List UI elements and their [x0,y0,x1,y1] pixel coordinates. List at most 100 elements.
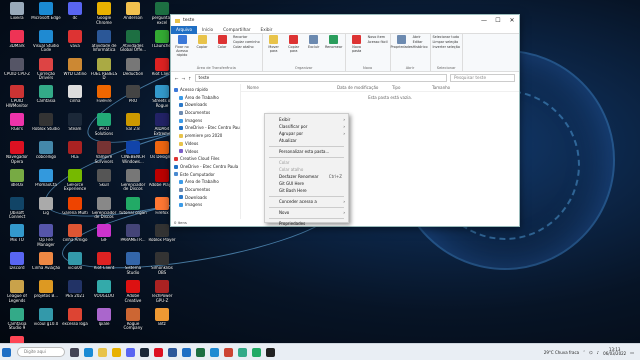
taskbar-excel-icon[interactable] [194,346,207,359]
nav-item[interactable]: Área de Trabalho [171,94,240,102]
start-button[interactable] [0,346,13,359]
desktop-icon[interactable]: PRO [118,85,148,115]
ribbon-list-item[interactable]: Colar atalho [233,45,260,49]
desktop-icon[interactable]: Cinha Aviação [31,252,61,282]
taskbar-task-view-icon[interactable] [68,346,81,359]
desktop-icon[interactable]: excesso loga [60,307,90,338]
context-menu-item[interactable]: Agrupar por › [265,130,348,137]
desktop-icon[interactable]: Anderson [118,2,148,32]
desktop-icon[interactable]: Microsoft Edge [31,2,61,32]
desktop-icon[interactable]: Simonklibs OBS [147,252,177,282]
desktop-icon[interactable]: CPUID HWMonitor [2,85,32,115]
desktop-icon[interactable]: PES 2021 [60,280,90,310]
desktop-icon[interactable]: cinha Amigo [60,224,90,254]
back-arrow-icon[interactable]: ← [175,76,179,81]
desktop-icon[interactable]: cobcelligo [31,141,61,171]
desktop-icon[interactable]: Gerenciador de Discos [118,168,148,199]
column-header-size[interactable]: Tamanho [432,84,472,91]
column-header-type[interactable]: Tipo [392,84,432,91]
network-icon[interactable]: ⌬ [589,350,593,355]
desktop-icon[interactable]: cinha [60,85,90,115]
ribbon-list-item[interactable]: Novo item [368,35,388,39]
desktop-icon[interactable]: Discord [2,252,32,282]
tab-inicio[interactable]: Início [197,26,218,34]
ribbon-list-item[interactable]: Acesso fácil [368,40,388,44]
context-menu-item[interactable]: Propriedades [265,220,348,227]
context-menu-item[interactable]: Atualizar [265,137,348,144]
forward-arrow-icon[interactable]: → [182,76,186,81]
ribbon-button[interactable]: Copiar [193,35,211,66]
nav-item[interactable]: premiere pro 2020 [171,132,240,140]
maximize-button[interactable]: ☐ [491,15,505,26]
nav-item[interactable]: Vídeos [171,148,240,156]
desktop-icon[interactable]: idleOx [2,168,32,199]
context-menu-item[interactable]: Exibir › [265,116,348,123]
context-menu-item[interactable]: Git GUI Here [265,180,348,187]
desktop-icon[interactable]: GIF [89,224,119,254]
ribbon-list-item[interactable]: Inverter seleção [433,45,460,49]
taskbar-explorer-icon[interactable] [96,346,109,359]
taskbar-search-input[interactable]: Digite aqui [17,347,65,357]
address-bar[interactable]: teste [194,74,447,82]
nav-item[interactable]: Imagens [171,117,240,125]
chevron-up-icon[interactable]: ˄ [583,350,585,355]
column-header-date[interactable]: Data de modificação [337,84,392,91]
nav-item[interactable]: Creative Cloud Files [171,155,240,163]
ribbon-list-item[interactable]: Histórico [413,45,428,49]
desktop-icon[interactable]: Steam [60,113,90,143]
desktop-icon[interactable]: Correção Drivers [31,57,61,88]
taskbar-steam-icon[interactable] [138,346,151,359]
desktop-icon[interactable]: Rogue Company [118,307,148,338]
context-menu-item[interactable]: Classificar por › [265,123,348,130]
nav-item[interactable]: OneDrive - Etec Centro Paula [171,163,240,171]
ribbon-button[interactable]: Fixar no Acesso rápido [173,35,191,66]
taskbar-terminal-icon[interactable] [264,346,277,359]
search-input[interactable]: Pesquisar teste [450,74,515,82]
desktop-icon[interactable]: dc [60,2,90,32]
ribbon-button[interactable]: Nova pasta [348,35,366,66]
desktop-icon[interactable]: Garena Multi [60,196,90,227]
title-bar[interactable]: teste — ☐ ✕ [171,15,519,26]
taskbar-media-icon[interactable] [222,346,235,359]
taskbar-discord-icon[interactable] [124,346,137,359]
desktop-icon[interactable]: Mix TO [2,224,32,254]
desktop-icon[interactable]: PromaxCta [31,168,61,199]
desktop-icon[interactable]: Skull [89,168,119,199]
ribbon-button[interactable]: Copiar para [285,35,303,66]
desktop-icon[interactable]: Ubisoft Connect [2,196,32,227]
ribbon-button[interactable]: Mover para [265,35,283,66]
weather-widget[interactable]: 29°C Chuva fraca [544,350,579,355]
nav-item[interactable]: Documentos [171,109,240,117]
taskbar-vscode-icon[interactable] [208,346,221,359]
ribbon-button[interactable]: Renomear [325,35,343,66]
context-menu-item[interactable]: Personalizar esta pasta... [265,148,348,155]
desktop-icon[interactable]: Deduction [118,57,148,88]
desktop-icon[interactable]: Roblox Player [147,224,177,254]
desktop-icon[interactable]: iPICO Solutions [89,113,119,143]
desktop-icon[interactable]: Camtasia [31,85,61,115]
taskbar-word-icon[interactable] [166,346,179,359]
desktop-icon[interactable]: atividade de Informática [89,29,119,60]
desktop-icon[interactable]: Ipiale [89,307,119,338]
clock[interactable]: 13:13 06/03/2022 [603,347,626,357]
desktop-icon[interactable]: GeForce Experience [60,168,90,199]
nav-item[interactable]: Este Computador [171,171,240,179]
close-button[interactable]: ✕ [505,15,519,26]
volume-icon[interactable]: ♪ [597,350,600,355]
desktop-icon[interactable]: Bitz [147,307,177,338]
tab-arquivo[interactable]: Arquivo [171,25,198,34]
desktop-icon[interactable]: Google Chrome [89,2,119,32]
desktop-icon[interactable]: PARAMETR... [118,224,148,254]
taskbar-edge-icon[interactable] [82,346,95,359]
ribbon-list-item[interactable]: Abrir [413,35,428,39]
nav-item[interactable]: Vídeos [171,140,240,148]
desktop-icon[interactable]: FiveFire [89,85,119,115]
desktop-icon[interactable]: tutorial organ [118,196,148,227]
context-menu-item[interactable]: Conceder acesso a › [265,198,348,205]
desktop-icon[interactable]: Op File Manager [31,224,61,254]
nav-item[interactable]: Acesso rápido [171,86,240,94]
ribbon-list-item[interactable]: Limpar seleção [433,40,460,44]
nav-item[interactable]: Área de Trabalho [171,178,240,186]
desktop-icon[interactable]: vava [60,29,90,60]
ribbon-button[interactable]: Excluir [305,35,323,66]
